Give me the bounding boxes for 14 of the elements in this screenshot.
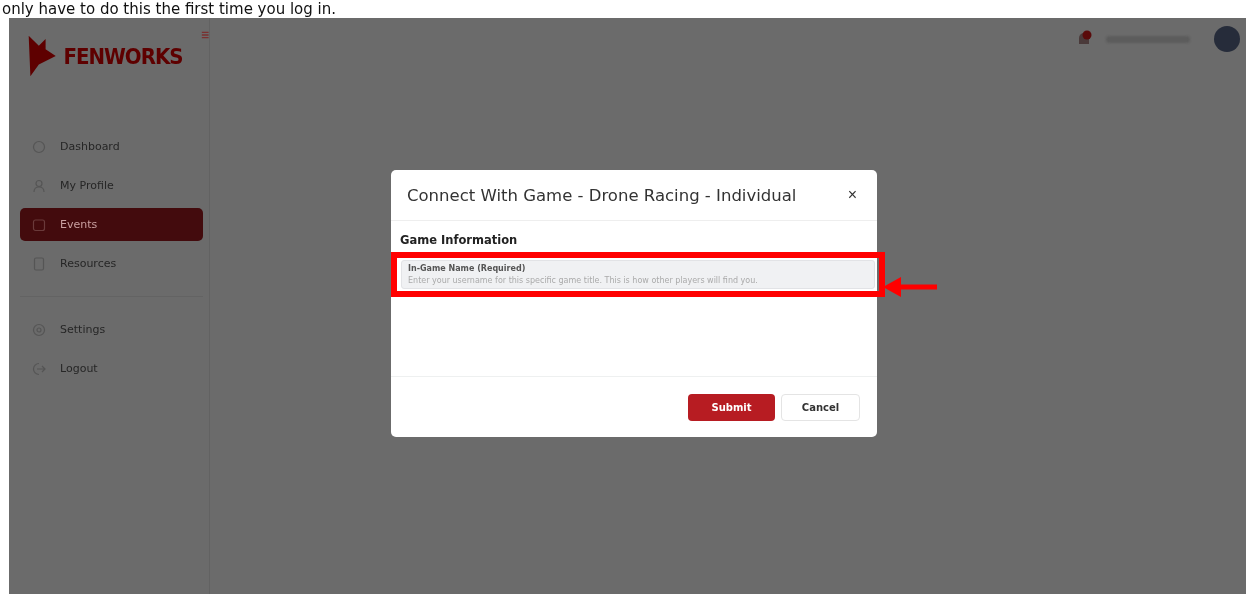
avatar-circle[interactable]: [1214, 26, 1240, 52]
input-field[interactable]: Enter your username for this specific game title. This is how other players will find you.: [408, 276, 868, 285]
submit-button[interactable]: Submit: [688, 393, 775, 421]
menu-icon[interactable]: [200, 30, 209, 40]
text-field[interactable]: In-Game Name (Required) Enter your username for this specific game title. This is how other players will find you.: [401, 260, 875, 289]
field-label: In-Game Name (Required): [408, 264, 527, 273]
intro-text: only have to do this the first time you log in.: [1, 0, 337, 18]
sidebar-item[interactable]: Events: [20, 208, 203, 241]
modal-title: Connect With Game - Drone Racing - Individual: [407, 185, 797, 205]
close-button[interactable]: ×: [843, 186, 861, 204]
section-title: Game Information: [399, 233, 519, 247]
square-icon: [32, 217, 46, 232]
logo-text: FENWORKS: [63, 43, 183, 69]
cancel-button[interactable]: Cancel: [781, 393, 860, 421]
